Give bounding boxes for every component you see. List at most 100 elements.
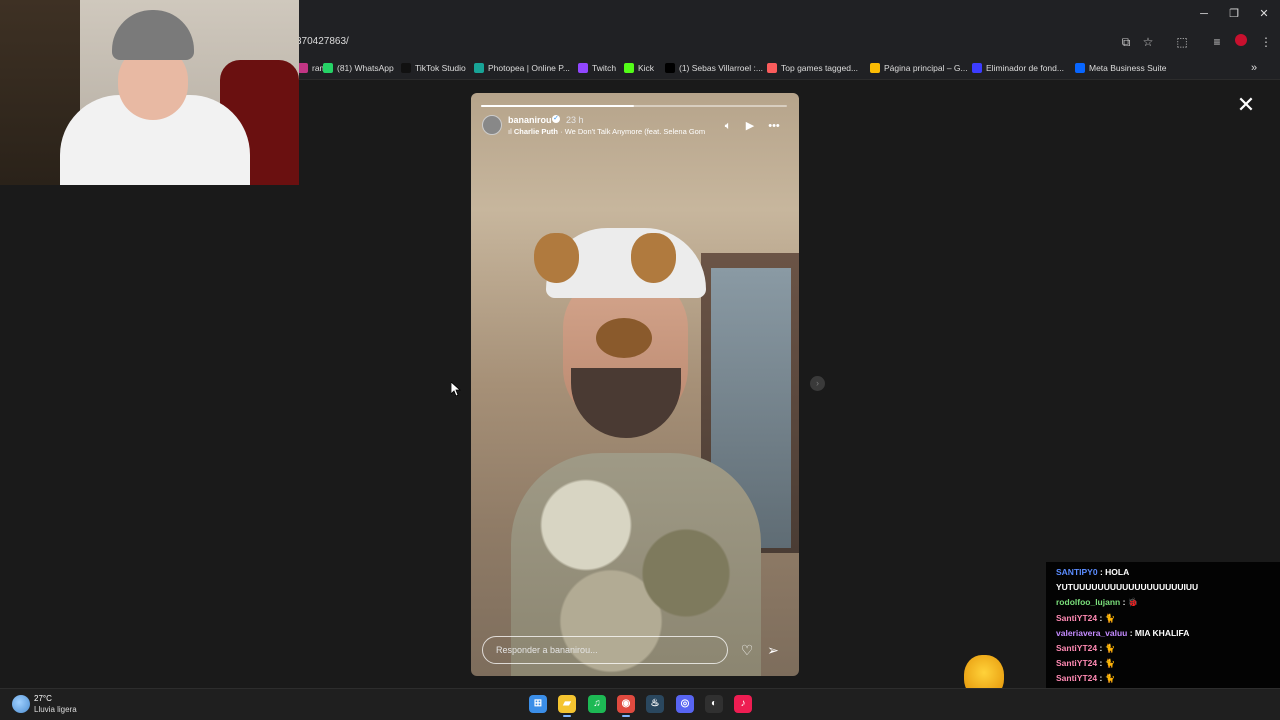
bookmark-label: Meta Business Suite <box>1089 63 1167 73</box>
bookmark-item[interactable]: Twitch <box>578 60 616 76</box>
weather-icon[interactable] <box>12 695 30 713</box>
next-story-arrow-icon[interactable]: › <box>810 376 825 391</box>
chat-username: SantiYT24 <box>1056 612 1098 623</box>
chat-username: rodolfoo_lujann <box>1056 597 1121 608</box>
webcam-overlay <box>0 0 299 185</box>
chat-text: MIA KHALIFA <box>1134 627 1190 638</box>
play-icon[interactable]: ▶ <box>743 119 757 133</box>
bookmark-label: TikTok Studio <box>415 63 466 73</box>
minimize-icon[interactable]: ─ <box>1196 6 1212 22</box>
bookmark-label: Twitch <box>592 63 617 73</box>
dog-ear-filter-right <box>631 233 676 283</box>
verified-badge-icon: ✓ <box>552 115 560 123</box>
bookmark-item[interactable]: Photopea | Online P... <box>474 60 570 76</box>
chat-message: YUTUUUUUUUUUUUUUUUUUUIUU <box>1056 582 1198 592</box>
media-controls-icon[interactable]: ≡ <box>1209 34 1225 50</box>
chat-message: SantiYT24 : 🐈 <box>1056 673 1115 684</box>
chat-text: 🐈 <box>1104 643 1116 653</box>
bookmark-item[interactable]: Kick <box>624 60 654 76</box>
extensions-icon[interactable]: ⬚ <box>1174 34 1190 50</box>
bookmark-item[interactable]: TikTok Studio <box>401 60 466 76</box>
chat-separator: : <box>1127 627 1135 638</box>
chat-message: SantiYT24 : 🐈 <box>1056 613 1115 624</box>
music-artist: Charlie Puth <box>513 127 559 136</box>
spotify-icon[interactable]: ♫ <box>588 695 606 713</box>
weather-temperature[interactable]: 27°C <box>34 694 52 703</box>
chat-text: 🐞 <box>1127 597 1139 608</box>
google-ads-icon <box>870 63 880 73</box>
chat-separator: : <box>1097 567 1106 577</box>
whatsapp-icon <box>323 63 333 73</box>
like-heart-icon[interactable]: ♡ <box>739 642 755 658</box>
chat-username: SANTIPY0 <box>1056 567 1098 577</box>
bookmark-item[interactable]: Top games tagged... <box>767 60 858 76</box>
address-bar-url[interactable]: 370427863/ <box>296 36 349 47</box>
story-progress-bar <box>481 105 787 107</box>
bookmark-item[interactable]: (81) WhatsApp <box>323 60 394 76</box>
bookmark-label: Eliminador de fond... <box>986 63 1064 73</box>
chat-text: 🐈 <box>1104 658 1116 669</box>
taskbar-active-indicator <box>622 715 630 717</box>
chat-text: 🐈 <box>1104 612 1116 623</box>
story-music-label[interactable]: ıl Charlie Puth · We Don't Talk Anymore … <box>508 127 718 136</box>
chat-message: SANTIPY0 : HOLA <box>1056 567 1129 577</box>
discord-icon[interactable]: ◎ <box>676 695 694 713</box>
bookmark-label: Kick <box>638 63 655 73</box>
install-app-icon[interactable]: ⧉ <box>1118 34 1134 50</box>
chat-username: SantiYT24 <box>1056 643 1098 653</box>
reply-input[interactable]: Responder a bananirou... <box>482 636 728 664</box>
maximize-icon[interactable]: ❐ <box>1226 6 1242 22</box>
bookmark-label: Photopea | Online P... <box>488 63 570 73</box>
bookmark-item[interactable]: (1) Sebas Villarroel :... <box>665 60 763 76</box>
chat-text: HOLA <box>1105 567 1130 577</box>
chat-username: SantiYT24 <box>1056 673 1098 684</box>
send-message-icon[interactable]: ➢ <box>765 642 781 658</box>
chat-message: SantiYT24 : 🐈 <box>1056 658 1115 669</box>
chat-message: SantiYT24 : 🐈 <box>1056 643 1115 654</box>
photoroom-icon <box>972 63 982 73</box>
windows-start-icon[interactable]: ⊞ <box>529 695 547 713</box>
bookmark-label: Página principal – G... <box>884 63 968 73</box>
x-icon <box>665 63 675 73</box>
mute-icon[interactable]: 🔈︎ <box>721 119 735 133</box>
steam-icon[interactable]: ♨ <box>646 695 664 713</box>
chat-message: valeriavera_valuu : MIA KHALIFA <box>1056 628 1189 638</box>
chat-separator: : <box>1120 597 1128 608</box>
photopea-icon <box>474 63 484 73</box>
close-story-icon[interactable]: ✕ <box>1236 94 1256 116</box>
taskbar <box>0 688 1280 720</box>
chat-username: valeriavera_valuu <box>1056 627 1128 638</box>
story-card[interactable]: bananirou ✓ 23 h ıl Charlie Puth · We Do… <box>471 93 799 676</box>
more-options-icon[interactable]: ••• <box>767 119 781 133</box>
profile-avatar-icon[interactable] <box>1233 34 1249 50</box>
chat-separator: : <box>1097 643 1105 653</box>
more-bookmarks-icon[interactable]: » <box>1251 60 1257 76</box>
dog-nose-filter <box>596 318 652 358</box>
story-timestamp: 23 h <box>566 115 584 125</box>
weather-description[interactable]: Lluvia ligera <box>34 705 77 714</box>
kick-icon <box>624 63 634 73</box>
browser-menu-icon[interactable]: ⋮ <box>1258 34 1274 50</box>
twitch-icon <box>578 63 588 73</box>
bookmark-label: (81) WhatsApp <box>337 63 394 73</box>
webcam-streamer-cap <box>112 10 194 60</box>
chrome-icon[interactable]: ◉ <box>617 695 635 713</box>
bookmark-item[interactable]: Meta Business Suite <box>1075 60 1166 76</box>
instagram-icon <box>298 63 308 73</box>
chat-separator: : <box>1097 673 1105 684</box>
obs-icon[interactable]: ◐ <box>705 695 723 713</box>
chat-text: 🐈 <box>1104 673 1116 684</box>
chat-username: SantiYT24 <box>1056 658 1098 669</box>
chat-separator: : <box>1097 658 1105 669</box>
chat-message: rodolfoo_lujann : 🐞 <box>1056 597 1138 608</box>
file-explorer-icon[interactable]: ▰ <box>558 695 576 713</box>
itch-icon <box>767 63 777 73</box>
close-window-icon[interactable]: ✕ <box>1256 6 1272 22</box>
bookmark-item[interactable]: Página principal – G... <box>870 60 968 76</box>
story-progress-fill <box>481 105 634 107</box>
story-avatar[interactable] <box>482 115 502 135</box>
bookmark-star-icon[interactable]: ☆ <box>1140 34 1156 50</box>
story-username[interactable]: bananirou <box>508 115 552 125</box>
bookmark-item[interactable]: Eliminador de fond... <box>972 60 1064 76</box>
tiktok-icon[interactable]: ♪ <box>734 695 752 713</box>
